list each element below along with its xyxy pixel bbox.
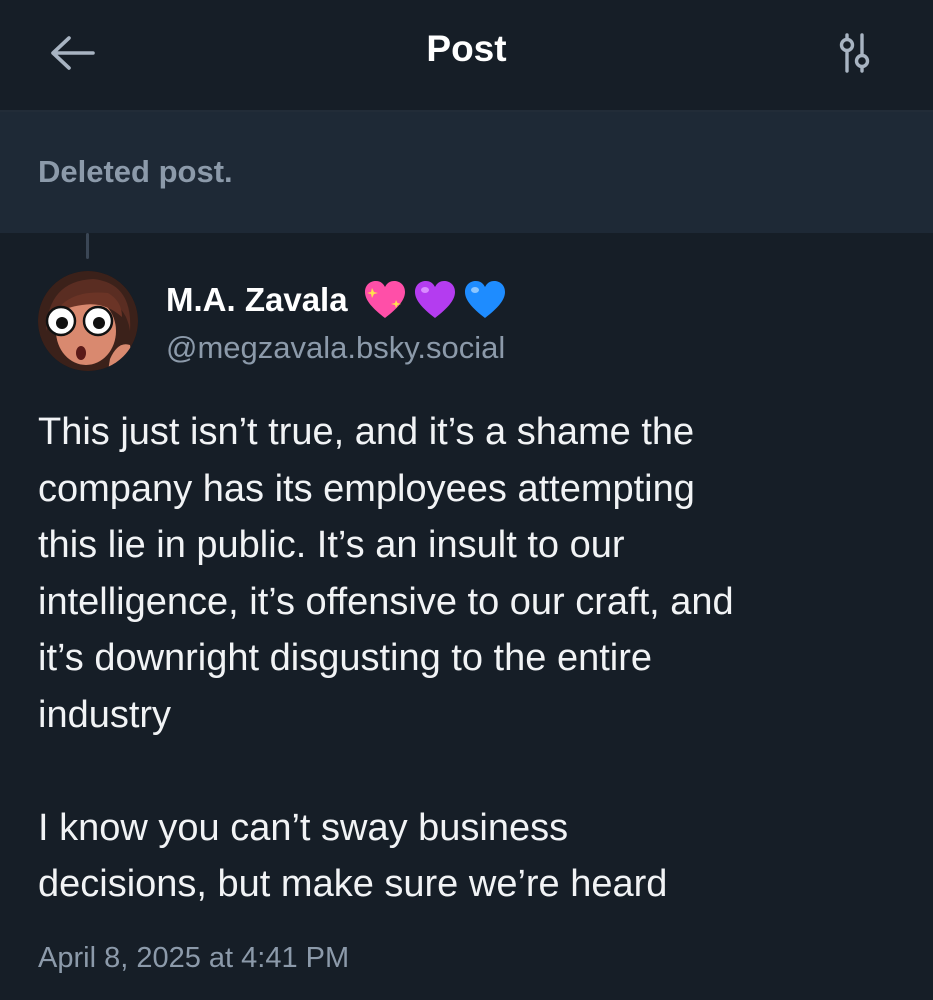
- author-row: M.A. Zavala: [166, 276, 508, 324]
- sparkling-heart-icon: [364, 281, 405, 318]
- page-title: Post: [426, 28, 507, 69]
- avatar-image: [38, 271, 138, 371]
- post-text: This just isn’t true, and it’s a shame t…: [38, 404, 908, 913]
- back-button[interactable]: [44, 30, 100, 76]
- deleted-post-label: Deleted post.: [38, 154, 233, 189]
- emoji-group: [362, 278, 508, 322]
- thread-settings-button[interactable]: [826, 28, 882, 78]
- arrow-left-icon: [51, 36, 95, 70]
- thread-connector-line: [86, 233, 89, 259]
- post-paragraph: I know you can’t sway business decisions…: [38, 806, 668, 906]
- post-paragraph: This just isn’t true, and it’s a shame t…: [38, 411, 734, 736]
- author-handle[interactable]: @megzavala.bsky.social: [166, 330, 505, 366]
- header-bar: Post: [0, 0, 933, 112]
- blue-heart-icon: [464, 281, 505, 318]
- author-display-name[interactable]: M.A. Zavala: [166, 281, 348, 319]
- avatar[interactable]: [38, 271, 138, 371]
- post-timestamp: April 8, 2025 at 4:41 PM: [38, 942, 350, 974]
- purple-heart-icon: [414, 281, 455, 318]
- sliders-icon: [839, 33, 870, 73]
